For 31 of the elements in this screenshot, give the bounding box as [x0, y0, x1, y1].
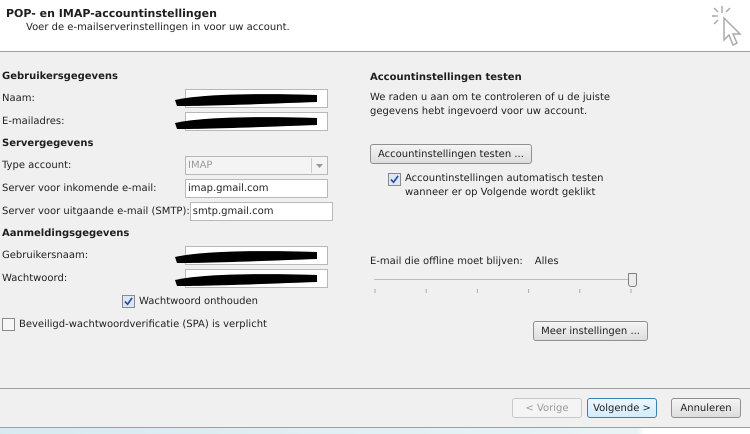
checkbox-label: Accountinstellingen automatisch testen wanneer er op Volgende wordt geklikt	[405, 172, 604, 200]
test-settings-button[interactable]: Accountinstellingen testen ...	[370, 144, 532, 164]
field-label: Type account:	[2, 160, 72, 171]
slider-value: Alles	[534, 256, 559, 267]
dialog-title: POP- en IMAP-accountinstellingen	[6, 7, 218, 20]
slider-label: E-mail die offline moet blijven:	[370, 256, 523, 267]
section-heading: Servergegevens	[2, 137, 94, 151]
description-text: We raden u aan om te controleren of u de juiste gegevens hebt ingevoerd voor uw account.	[370, 91, 612, 119]
checkbox[interactable]	[122, 294, 135, 308]
dialog-subtitle: Voer de e-mailserverinstellingen in voor uw account.	[26, 22, 290, 33]
caret-icon	[316, 164, 322, 168]
wizard-button[interactable]: Annuleren	[671, 398, 741, 418]
checkbox-label: Wachtwoord onthouden	[139, 296, 258, 306]
checkbox-label: Beveiligd-wachtwoordverificatie (SPA) is verplicht	[19, 318, 267, 330]
field-label: Wachtwoord:	[2, 273, 68, 284]
field-label: E-mailadres:	[2, 116, 64, 127]
checkbox[interactable]	[2, 318, 15, 330]
section-heading: Gebruikersgegevens	[2, 70, 119, 84]
field-label: Gebruikersnaam:	[2, 250, 88, 261]
cursor-click-icon	[710, 4, 744, 48]
section-heading: Aanmeldingsgegevens	[2, 227, 130, 241]
slider-thumb[interactable]	[628, 273, 637, 287]
checkbox[interactable]	[388, 173, 401, 186]
field-label: Server voor uitgaande e-mail (SMTP):	[2, 206, 190, 217]
section-heading: Accountinstellingen testen	[370, 71, 523, 85]
field-label: Naam:	[2, 93, 35, 104]
input-field[interactable]: smtp.gmail.com	[190, 202, 333, 221]
more-settings-button[interactable]: Meer instellingen ...	[533, 321, 648, 341]
input-field[interactable]: imap.gmail.com	[185, 179, 328, 198]
field-label: Server voor inkomende e-mail:	[2, 183, 157, 194]
wizard-button[interactable]: Volgende >	[587, 398, 657, 418]
